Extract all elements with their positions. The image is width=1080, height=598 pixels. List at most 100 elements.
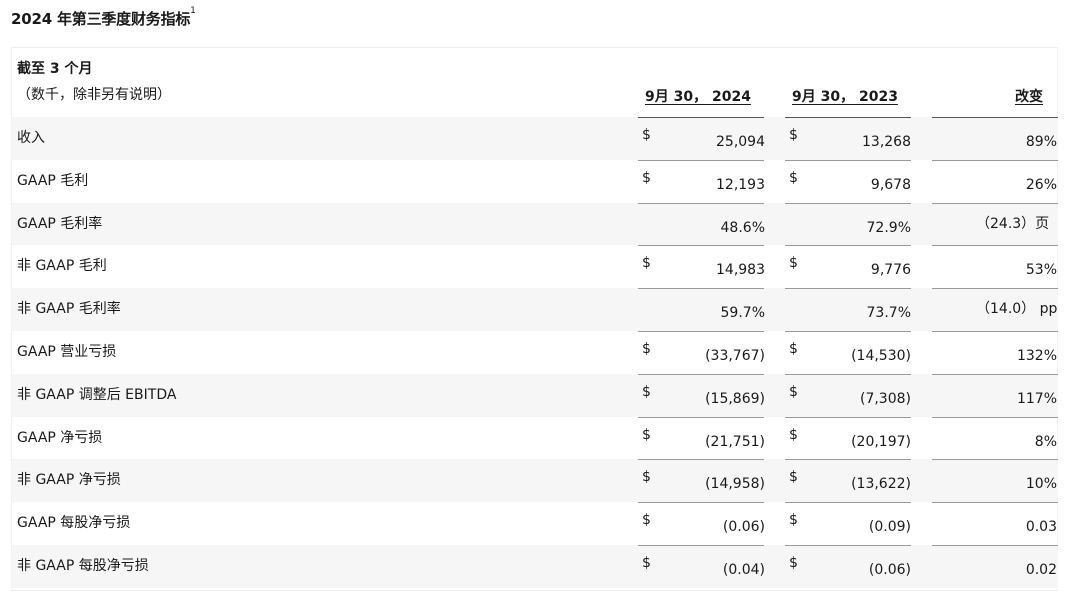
title-footnote: 1 — [190, 6, 196, 16]
page: 2024 年第三季度财务指标1 截至 3 个月 （数千，除非另有说明） 9月 3… — [0, 0, 1080, 598]
cell-rule — [932, 502, 1058, 504]
title-text: 2024 年第三季度财务指标 — [11, 10, 191, 28]
cell-rule — [638, 544, 764, 546]
cell-rule — [932, 459, 1058, 461]
value-2023: (20,197) — [851, 433, 911, 450]
table-row: 非 GAAP 毛利 $ $14,983 9,776 53% — [12, 245, 1058, 288]
value-2024: 14,983 — [716, 262, 765, 279]
row-label: 非 GAAP 每股净亏损 — [17, 557, 149, 574]
value-2024: 25,094 — [716, 134, 765, 150]
cell-rule — [785, 373, 911, 375]
cell-rule — [638, 245, 764, 247]
value-2024: (0.06) — [722, 519, 765, 536]
cell-rule — [932, 330, 1058, 332]
cell-rule — [785, 459, 911, 461]
row-label: GAAP 营业亏损 — [17, 343, 117, 360]
cell-rule — [932, 544, 1058, 546]
row-label: 收入 — [17, 130, 45, 146]
value-2024: (0.04) — [722, 561, 765, 578]
header-rule — [785, 117, 911, 118]
table-row: GAAP 毛利率 48.6% 72.9% （24.3）页 — [12, 202, 1058, 246]
table-row: GAAP 净亏损 $ $ (21,751) (20,197) 8% — [12, 416, 1058, 460]
value-2024: (15,869) — [705, 390, 765, 407]
value-2023: (14,530) — [851, 347, 911, 364]
value-change: 10% — [1025, 476, 1057, 493]
cell-rule — [785, 288, 911, 290]
value-2023: 72.9% — [866, 219, 911, 236]
cell-rule — [638, 373, 764, 375]
column-header-change: 改变 — [1015, 89, 1043, 105]
table-row: GAAP 每股净亏损 $ $ (0.06) (0.09) 0.03 — [12, 502, 1058, 545]
currency-symbol: $ — [789, 340, 798, 357]
cell-rule — [932, 416, 1058, 418]
currency-symbol: $ — [642, 469, 651, 486]
value-change: 53% — [1025, 262, 1057, 279]
cell-rule — [638, 502, 764, 504]
table-row: 非 GAAP 净亏损 $ $ (14,958) (13,622) 10% — [12, 459, 1058, 503]
currency-symbol: $ — [642, 426, 651, 443]
value-2024: 59.7% — [720, 305, 765, 322]
row-label: 非 GAAP 调整后 EBITDA — [17, 386, 177, 403]
value-2024: 12,193 — [716, 176, 765, 193]
cell-rule — [785, 544, 911, 546]
row-label: GAAP 毛利率 — [17, 215, 103, 232]
value-2023: (7,308) — [859, 390, 911, 407]
row-label: GAAP 每股净亏损 — [17, 515, 131, 532]
column-header-2024: 9月 30， 2024 — [645, 89, 751, 105]
cell-rule — [785, 502, 911, 504]
value-2023: 13,268 — [862, 134, 911, 150]
cell-rule — [638, 159, 764, 161]
header-rule — [638, 117, 764, 118]
cell-rule — [932, 202, 1058, 204]
value-change: （24.3）页 — [976, 215, 1050, 232]
cell-rule — [785, 245, 911, 247]
header-rule — [932, 117, 1058, 118]
table-row: GAAP 毛利 $ $12,193 9,678 26% — [12, 159, 1058, 203]
value-2024: 48.6% — [720, 219, 765, 236]
cell-rule — [638, 330, 764, 332]
currency-symbol: $ — [789, 512, 798, 529]
currency-symbol: $ — [642, 554, 651, 571]
currency-symbol: $ — [789, 469, 798, 486]
value-2023: (13,622) — [851, 476, 911, 493]
cell-rule — [932, 288, 1058, 290]
currency-symbol: $ — [642, 255, 651, 272]
currency-symbol: $ — [789, 255, 798, 272]
table-row: 非 GAAP 调整后 EBITDA $ $ (15,869) (7,308) 117% — [12, 373, 1058, 417]
currency-symbol: $ — [789, 426, 798, 443]
value-change: 8% — [1034, 433, 1057, 450]
value-change: （14.0） pp — [976, 301, 1058, 318]
cell-rule — [785, 202, 911, 204]
value-2024: (14,958) — [705, 476, 765, 493]
value-2023: 73.7% — [866, 305, 911, 322]
value-2024: (33,767) — [705, 347, 765, 364]
period-label: 截至 3 个月 — [17, 61, 93, 77]
value-2024: (21,751) — [705, 433, 765, 450]
value-change: 89% — [1025, 134, 1057, 150]
cell-rule — [932, 245, 1058, 247]
page-title: 2024 年第三季度财务指标1 — [11, 6, 196, 29]
currency-symbol: $ — [642, 169, 651, 186]
currency-symbol: $ — [789, 127, 798, 143]
cell-rule — [638, 202, 764, 204]
row-label: 非 GAAP 净亏损 — [17, 472, 121, 489]
table-row: 收入 $ $25,094 13,268 89% — [12, 117, 1058, 160]
units-label: （数千，除非另有说明） — [17, 87, 171, 103]
column-header-2023: 9月 30， 2023 — [792, 89, 898, 105]
cell-rule — [638, 459, 764, 461]
currency-symbol: $ — [642, 127, 651, 143]
currency-symbol: $ — [642, 340, 651, 357]
value-change: 0.02 — [1025, 561, 1057, 578]
cell-rule — [785, 330, 911, 332]
value-2023: (0.09) — [868, 519, 911, 536]
cell-rule — [785, 159, 911, 161]
table-row: 非 GAAP 毛利率 59.7% 73.7% （14.0） pp — [12, 288, 1058, 331]
currency-symbol: $ — [789, 554, 798, 571]
currency-symbol: $ — [642, 383, 651, 400]
value-change: 0.03 — [1025, 519, 1057, 536]
cell-rule — [785, 416, 911, 418]
currency-symbol: $ — [642, 512, 651, 529]
cell-rule — [638, 288, 764, 290]
cell-rule — [932, 159, 1058, 161]
row-label: 非 GAAP 毛利 — [17, 258, 107, 275]
